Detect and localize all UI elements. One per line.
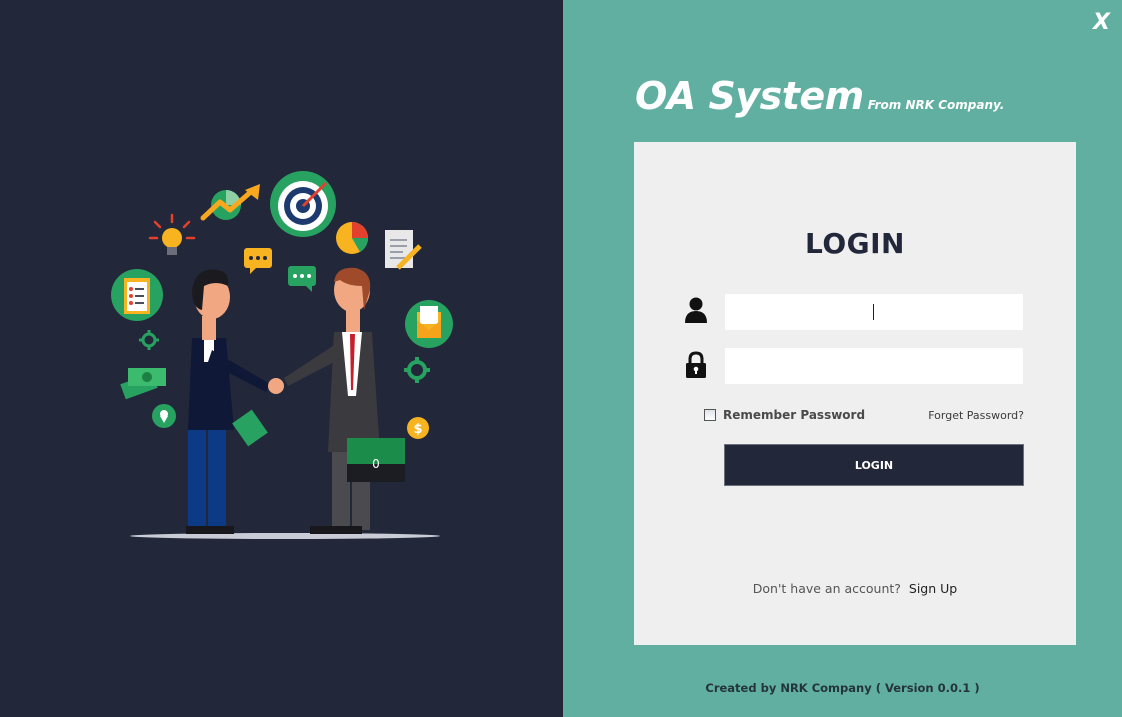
password-input[interactable]: [725, 348, 1023, 384]
remember-password-option[interactable]: Remember Password: [704, 408, 865, 422]
chat-bubble-yellow-icon: [244, 248, 272, 274]
login-panel: X OA System From NRK Company. LOGIN Remem…: [563, 0, 1122, 717]
signup-prompt: Don't have an account?: [752, 581, 901, 596]
clipboard-icon: [111, 269, 163, 321]
growth-arrow-icon: [200, 184, 260, 221]
mail-icon: [405, 300, 453, 348]
text-caret: [873, 304, 874, 320]
business-handshake-illustration: $ 0: [111, 171, 453, 539]
brand: OA System From NRK Company.: [635, 74, 1004, 118]
signup-link[interactable]: Sign Up: [909, 581, 957, 596]
briefcase-label: 0: [372, 457, 380, 471]
chat-bubble-green-icon: [288, 266, 316, 292]
businessman-left: [186, 269, 284, 534]
document-icon: [385, 230, 422, 270]
coin-icon: $: [407, 417, 429, 439]
app-subtitle: From NRK Company.: [867, 98, 1005, 112]
footer-credit: Created by NRK Company ( Version 0.0.1 ): [705, 681, 980, 695]
target-icon: [270, 171, 336, 237]
app-title: OA System: [635, 74, 864, 118]
user-icon: [685, 297, 707, 323]
businessman-right: 0: [284, 267, 405, 534]
username-input[interactable]: [725, 294, 1023, 330]
svg-text:$: $: [413, 422, 422, 437]
login-card: LOGIN Remember Password Forget Password?…: [634, 142, 1076, 645]
lock-icon: [686, 351, 706, 378]
remember-password-label: Remember Password: [723, 408, 866, 422]
pie-chart-icon: [336, 222, 369, 254]
login-heading: LOGIN: [805, 227, 905, 260]
illustration-panel: $ 0: [0, 0, 563, 717]
remember-password-checkbox[interactable]: [704, 409, 716, 421]
location-pin-icon: [152, 404, 176, 428]
close-button[interactable]: X: [1093, 8, 1110, 38]
login-button[interactable]: LOGIN: [724, 444, 1024, 486]
money-icon: [120, 368, 166, 400]
lightbulb-icon: [148, 213, 196, 255]
forget-password-link[interactable]: Forget Password?: [928, 409, 1024, 422]
signup-row: Don't have an account? Sign Up: [634, 581, 1076, 596]
gear-icon: [139, 330, 159, 350]
gear-icon: [404, 357, 430, 383]
ground-shadow: [130, 533, 440, 539]
